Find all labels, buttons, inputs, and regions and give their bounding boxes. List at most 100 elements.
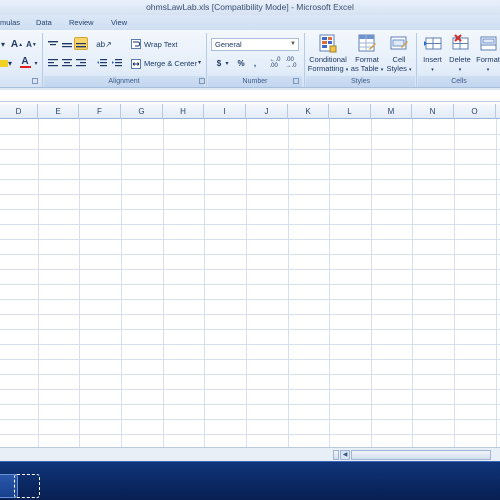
increase-decimal-button[interactable]: ←.0.00 xyxy=(268,56,282,69)
grid-row-line xyxy=(0,254,500,255)
conditional-formatting-button[interactable]: Conditional Formatting ▾ xyxy=(306,33,350,75)
fill-color-icon xyxy=(0,60,8,67)
align-top-icon xyxy=(47,41,58,46)
merge-center-arrow-icon[interactable]: ▾ xyxy=(198,59,201,66)
grid-row-line xyxy=(0,389,500,390)
grid-row-line xyxy=(0,329,500,330)
font-size-arrow-icon[interactable]: ▾ xyxy=(0,38,6,51)
tab-view[interactable]: View xyxy=(111,18,127,27)
increase-indent-button[interactable] xyxy=(110,57,123,70)
cell-styles-icon xyxy=(390,36,408,50)
sheet-tab-splitter[interactable] xyxy=(333,450,339,460)
column-header[interactable]: L xyxy=(329,104,371,119)
grid-row-line xyxy=(0,419,500,420)
grid-row-line xyxy=(0,284,500,285)
scroll-left-button[interactable]: ◀ xyxy=(340,450,350,460)
column-header[interactable]: H xyxy=(163,104,204,119)
cell-styles-button[interactable]: Cell Styles ▾ xyxy=(385,33,413,75)
grid-column-line xyxy=(329,119,330,447)
format-as-table-button[interactable]: Format as Table ▾ xyxy=(350,33,384,75)
grid-row-line xyxy=(0,134,500,135)
insert-button[interactable]: Insert ▾ xyxy=(419,33,446,75)
horizontal-scrollbar[interactable]: ◀ xyxy=(0,447,500,461)
grid-row-line xyxy=(0,239,500,240)
shrink-font-button[interactable]: A ▼ xyxy=(25,38,38,51)
column-header[interactable]: J xyxy=(246,104,288,119)
grid-column-line xyxy=(163,119,164,447)
delete-cells-icon xyxy=(452,34,469,50)
align-center-icon xyxy=(61,59,72,67)
grid-column-line xyxy=(246,119,247,447)
grid-column-line xyxy=(204,119,205,447)
align-middle-button[interactable] xyxy=(60,38,73,51)
format-cells-button[interactable]: Format ▾ xyxy=(474,33,500,75)
taskbar-selection-icon[interactable] xyxy=(14,474,40,498)
grid-column-line xyxy=(371,119,372,447)
grid-row-line xyxy=(0,209,500,210)
column-header[interactable]: F xyxy=(79,104,121,119)
wrap-text-button[interactable]: Wrap Text xyxy=(144,40,178,49)
grid-column-line xyxy=(454,119,455,447)
font-dialog-launcher-icon[interactable] xyxy=(32,78,38,84)
column-header[interactable]: N xyxy=(412,104,454,119)
currency-button[interactable]: $ xyxy=(214,57,224,70)
align-right-icon xyxy=(75,59,86,67)
formula-bar[interactable] xyxy=(0,88,500,102)
column-header[interactable]: K xyxy=(288,104,329,119)
dropdown-arrow-icon: ▼ xyxy=(290,41,296,47)
align-right-button[interactable] xyxy=(74,57,87,70)
grid-row-line xyxy=(0,179,500,180)
grid-row-line xyxy=(0,374,500,375)
number-format-dropdown[interactable]: General ▼ xyxy=(211,38,299,51)
group-separator xyxy=(42,33,43,87)
column-headers: D E F G H I J K L M N O xyxy=(0,104,500,119)
number-dialog-launcher-icon[interactable] xyxy=(293,78,299,84)
decrease-decimal-button[interactable]: .00 →.0 xyxy=(284,56,298,69)
merge-center-icon xyxy=(130,57,142,70)
column-header[interactable]: M xyxy=(371,104,412,119)
align-bottom-button[interactable] xyxy=(74,37,88,50)
window-title: ohmsLawLab.xls [Compatibility Mode] - Mi… xyxy=(146,2,354,12)
align-bottom-icon xyxy=(76,43,86,48)
grid-row-line xyxy=(0,149,500,150)
column-header[interactable]: O xyxy=(454,104,496,119)
grow-font-button[interactable]: A ▲ xyxy=(10,38,24,51)
currency-arrow-icon[interactable]: ▾ xyxy=(224,57,230,70)
conditional-formatting-icon xyxy=(319,34,337,53)
tab-data[interactable]: Data xyxy=(36,18,52,27)
percent-button[interactable]: % xyxy=(235,57,247,70)
comma-button[interactable]: , xyxy=(250,57,260,70)
font-color-button[interactable]: A xyxy=(16,56,34,69)
column-header[interactable]: G xyxy=(121,104,163,119)
font-color-arrow-icon[interactable]: ▾ xyxy=(33,57,39,70)
alignment-group-label: Alignment xyxy=(44,76,204,87)
insert-cells-icon xyxy=(423,37,441,50)
align-top-button[interactable] xyxy=(46,38,59,51)
alignment-dialog-launcher-icon[interactable] xyxy=(199,78,205,84)
fill-color-button[interactable]: ▾ xyxy=(0,57,12,70)
grid-column-line xyxy=(412,119,413,447)
align-middle-icon xyxy=(61,43,72,48)
column-header[interactable]: E xyxy=(38,104,79,119)
orientation-button[interactable]: ab↗ xyxy=(95,38,113,51)
decrease-indent-icon xyxy=(96,59,107,67)
align-center-button[interactable] xyxy=(60,57,73,70)
tab-review[interactable]: Review xyxy=(69,18,94,27)
grid-row-line xyxy=(0,224,500,225)
scroll-thumb[interactable] xyxy=(351,450,491,460)
ribbon-tabs: mulas Data Review View xyxy=(0,15,500,30)
align-left-button[interactable] xyxy=(46,57,59,70)
decrease-indent-button[interactable] xyxy=(95,57,108,70)
tab-formulas[interactable]: mulas xyxy=(0,18,20,27)
grid-row-line xyxy=(0,269,500,270)
column-header[interactable]: D xyxy=(0,104,38,119)
font-color-bar-icon xyxy=(19,66,31,68)
taskbar xyxy=(0,461,500,500)
delete-button[interactable]: Delete ▾ xyxy=(447,33,473,75)
number-group-label: Number xyxy=(208,76,302,87)
cell-grid[interactable] xyxy=(0,119,500,447)
increase-decimal-icon: ←.0.00 xyxy=(269,56,281,69)
column-header[interactable]: I xyxy=(204,104,246,119)
merge-center-button[interactable]: Merge & Center xyxy=(144,59,197,68)
styles-group-label: Styles xyxy=(306,76,415,87)
